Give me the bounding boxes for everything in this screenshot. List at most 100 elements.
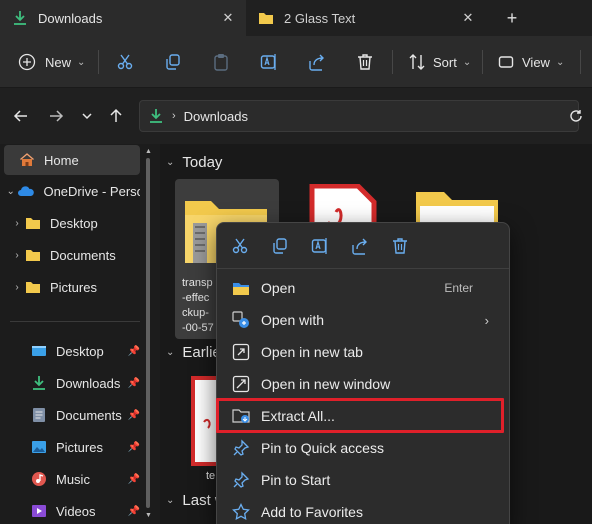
- sidebar-item-onedrive[interactable]: ⌄ OneDrive - Perso: [4, 176, 140, 206]
- sort-button[interactable]: Sort ⌄: [408, 48, 471, 76]
- delete-button[interactable]: [389, 235, 411, 257]
- pin-icon[interactable]: 📌: [128, 442, 140, 453]
- arrow-left-icon: [13, 110, 27, 122]
- desktop-icon: [30, 343, 48, 359]
- menu-item-label: Open in new window: [261, 376, 391, 392]
- menu-item-pin-start[interactable]: Pin to Start: [221, 465, 505, 495]
- videos-icon: [30, 503, 48, 519]
- menu-item-label: Add to Favorites: [261, 504, 363, 520]
- sidebar-item-music[interactable]: Music 📌: [4, 464, 140, 494]
- star-icon: [231, 503, 251, 521]
- context-quick-actions: [217, 223, 509, 269]
- pin-icon[interactable]: 📌: [128, 410, 140, 421]
- context-menu: Open Enter Open with › Open in new tab O…: [216, 222, 510, 524]
- divider: [10, 321, 140, 322]
- share-button[interactable]: [349, 235, 371, 257]
- tab-downloads[interactable]: Downloads ✕: [0, 0, 246, 36]
- address-bar[interactable]: › Downloads: [139, 100, 579, 132]
- menu-item-add-favorites[interactable]: Add to Favorites: [221, 497, 505, 524]
- pin-icon[interactable]: 📌: [128, 346, 140, 357]
- copy-button[interactable]: [164, 48, 182, 76]
- rename-button[interactable]: [260, 48, 278, 76]
- sidebar-item-documents[interactable]: Documents 📌: [4, 400, 140, 430]
- pin-icon[interactable]: 📌: [128, 506, 140, 517]
- group-header-earlier[interactable]: ⌄ Earlie: [166, 344, 221, 361]
- close-icon[interactable]: ✕: [220, 10, 236, 26]
- share-button[interactable]: [308, 48, 326, 76]
- pin-icon[interactable]: 📌: [128, 378, 140, 389]
- sidebar-item-pictures-onedrive[interactable]: › Pictures: [4, 272, 140, 302]
- copy-button[interactable]: [269, 235, 291, 257]
- cut-button[interactable]: [116, 48, 134, 76]
- share-icon: [308, 53, 326, 71]
- sidebar-item-downloads[interactable]: Downloads 📌: [4, 368, 140, 398]
- divider: [392, 50, 393, 74]
- rename-icon: [311, 238, 327, 254]
- refresh-button[interactable]: [564, 104, 588, 128]
- menu-item-open-new-window[interactable]: Open in new window: [221, 369, 505, 399]
- sidebar-item-videos[interactable]: Videos 📌: [4, 496, 140, 524]
- trash-icon: [393, 238, 407, 254]
- home-icon: [18, 152, 36, 168]
- onedrive-icon: [17, 183, 35, 199]
- chevron-down-icon: ⌄: [166, 157, 175, 168]
- rename-icon: [260, 53, 278, 71]
- chevron-right-icon[interactable]: ›: [10, 250, 24, 261]
- pin-icon[interactable]: 📌: [128, 474, 140, 485]
- tab-label: Downloads: [38, 10, 103, 26]
- pin-start-icon: [231, 471, 251, 489]
- arrow-right-icon: [50, 110, 64, 122]
- chevron-right-icon[interactable]: ›: [10, 218, 24, 229]
- divider: [98, 50, 99, 74]
- music-icon: [30, 471, 48, 487]
- download-icon: [30, 375, 48, 391]
- download-icon: [148, 108, 164, 124]
- up-button[interactable]: [104, 104, 128, 128]
- scroll-up-arrow-icon[interactable]: ▲: [145, 148, 152, 155]
- recent-locations-button[interactable]: [75, 104, 99, 128]
- back-button[interactable]: [9, 104, 33, 128]
- new-label: New: [45, 54, 72, 70]
- view-icon: [498, 54, 514, 70]
- sidebar-item-label: Videos: [56, 503, 96, 519]
- delete-button[interactable]: [356, 48, 374, 76]
- menu-item-label: Pin to Start: [261, 472, 331, 488]
- pin-icon: [231, 439, 251, 457]
- menu-item-open[interactable]: Open Enter: [221, 273, 505, 303]
- rename-button[interactable]: [309, 235, 331, 257]
- tab-2-glass-text[interactable]: 2 Glass Text ✕: [246, 0, 486, 36]
- sidebar-item-pictures[interactable]: Pictures 📌: [4, 432, 140, 462]
- group-header-today[interactable]: ⌄ Today: [166, 154, 222, 171]
- copy-icon: [164, 53, 182, 71]
- sidebar-item-desktop[interactable]: Desktop 📌: [4, 336, 140, 366]
- folder-icon: [24, 247, 42, 263]
- paste-icon: [212, 53, 230, 71]
- sidebar-item-label: Pictures: [50, 279, 97, 295]
- menu-item-open-with[interactable]: Open with ›: [221, 305, 505, 335]
- chevron-down-icon[interactable]: ⌄: [4, 186, 17, 197]
- menu-item-pin-quick-access[interactable]: Pin to Quick access: [221, 433, 505, 463]
- folder-icon: [24, 279, 42, 295]
- forward-button[interactable]: [44, 104, 68, 128]
- breadcrumb-downloads[interactable]: Downloads: [184, 109, 248, 124]
- sidebar-item-desktop-onedrive[interactable]: › Desktop: [4, 208, 140, 238]
- chevron-down-icon: ⌄: [166, 495, 175, 506]
- new-tab-button[interactable]: +: [500, 6, 524, 30]
- sidebar-item-home[interactable]: Home: [4, 145, 140, 175]
- sidebar-scrollbar[interactable]: [146, 158, 150, 508]
- view-button[interactable]: View ⌄: [498, 48, 564, 76]
- trash-icon: [356, 53, 374, 71]
- scroll-down-arrow-icon[interactable]: ▼: [145, 512, 152, 519]
- download-icon: [12, 10, 28, 26]
- sidebar-item-documents-onedrive[interactable]: › Documents: [4, 240, 140, 270]
- chevron-right-icon[interactable]: ›: [10, 282, 24, 293]
- sidebar-item-label: Music: [56, 471, 90, 487]
- close-icon[interactable]: ✕: [460, 10, 476, 26]
- paste-button[interactable]: [212, 48, 230, 76]
- folder-icon: [258, 10, 274, 26]
- new-button[interactable]: New ⌄: [18, 48, 85, 76]
- chevron-right-icon: ›: [484, 312, 489, 328]
- open-with-icon: [231, 311, 251, 329]
- cut-button[interactable]: [229, 235, 251, 257]
- menu-item-open-new-tab[interactable]: Open in new tab: [221, 337, 505, 367]
